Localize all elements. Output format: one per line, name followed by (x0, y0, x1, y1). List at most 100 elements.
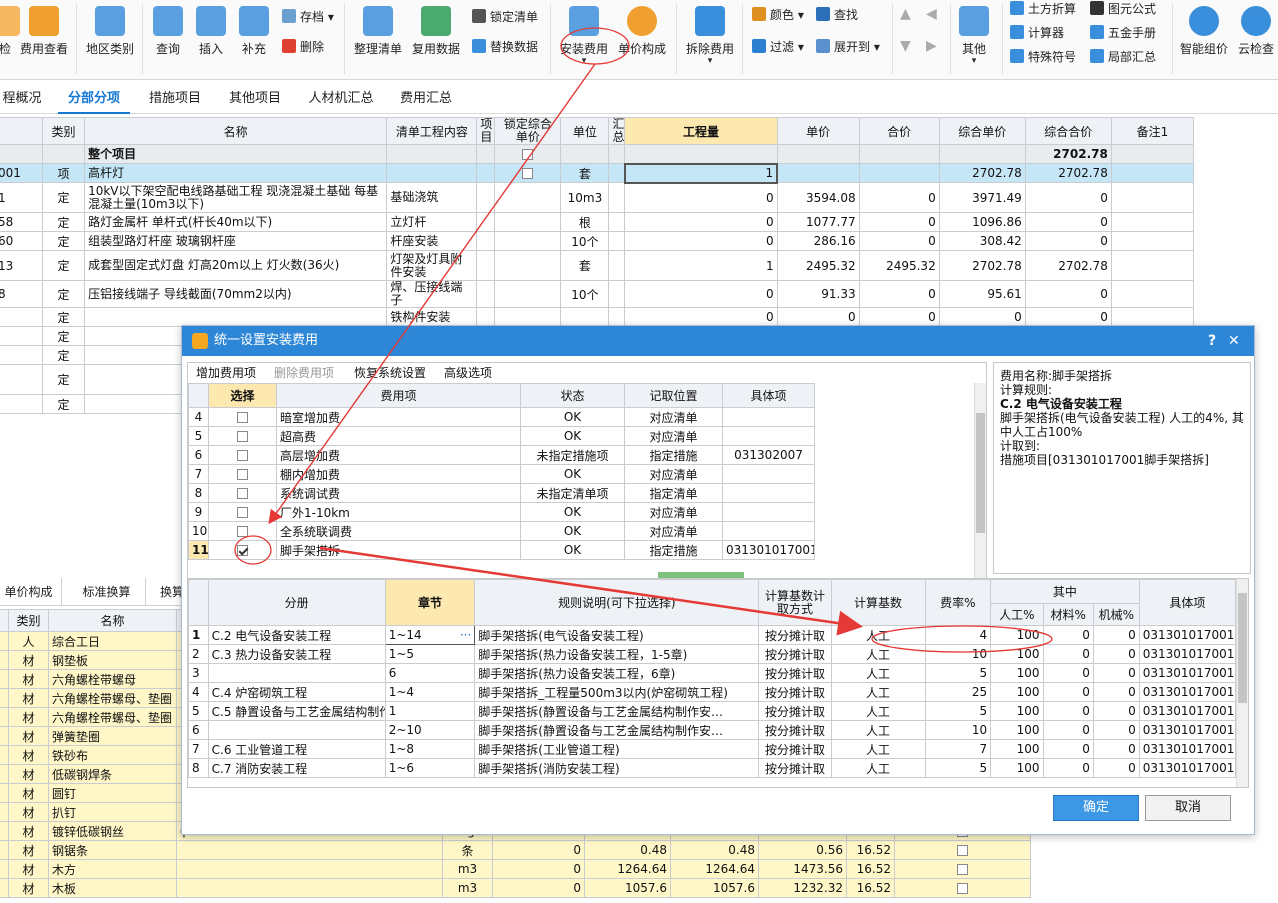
tab-unit-price[interactable]: 单价构成 (0, 578, 62, 606)
move-left-icon[interactable]: ◀ (926, 6, 944, 24)
fee-select-checkbox[interactable] (237, 545, 248, 556)
fee-select-checkbox[interactable] (237, 431, 248, 442)
fee-select-checkbox[interactable] (237, 469, 248, 480)
rule-row[interactable]: 6 2~10 脚手架搭拆(静置设备与工艺金属结构制作安… 按分摊计取 人工 10 100 0 0… (188, 720, 1237, 740)
rule-row[interactable]: 4 C.4 炉窑砌筑工程 1~4 脚手架搭拆_工程量500m3以内(炉窑砌筑工程) 按分… (188, 682, 1237, 702)
table-row[interactable]: 材木方 m3 0 1264.64 1264.64 1473.56 16.52 (0, 859, 1031, 879)
fee-scrollbar[interactable] (974, 383, 986, 591)
fee-select-checkbox[interactable] (237, 412, 248, 423)
cancel-button[interactable]: 取消 (1145, 795, 1231, 821)
region-category-button[interactable]: 地区类别 (84, 6, 136, 57)
table-cell: 六角螺栓带螺母 (48, 669, 177, 689)
fee-select-checkbox[interactable] (237, 507, 248, 518)
menu-add-fee[interactable]: 增加费用项 (196, 364, 256, 382)
move-up-icon[interactable]: ▲ (900, 6, 918, 24)
partial-summary-button[interactable]: 局部汇总 (1090, 48, 1156, 66)
table-row[interactable]: 整个项目 2702.78 (0, 144, 1195, 164)
fee-row[interactable]: 8 系统调试费 未指定清单项 指定清单 (188, 483, 815, 503)
filter-button[interactable]: 过滤 ▾ (752, 38, 804, 56)
table-row[interactable]: 58定路灯金属杆 单杆式(杆长40m以下)立灯杆根01077.7701096.8… (0, 212, 1195, 232)
select-cell (208, 521, 277, 541)
insert-button[interactable]: 插入 (193, 6, 229, 57)
close-button[interactable]: ✕ (1228, 326, 1240, 356)
row-checkbox[interactable] (957, 883, 968, 894)
fee-row[interactable]: 9 厂外1-10km OK 对应清单 (188, 502, 815, 522)
fee-select-checkbox[interactable] (237, 488, 248, 499)
color-button[interactable]: 颜色 ▾ (752, 6, 804, 24)
other-button[interactable]: 其他 ▾ (956, 6, 992, 66)
fee-row[interactable]: 4 暗室增加费 OK 对应清单 (188, 407, 815, 427)
rule-scrollbar[interactable] (1236, 579, 1248, 787)
expand-to-button[interactable]: 展开到 ▾ (816, 38, 880, 56)
find-button[interactable]: 查找 (816, 6, 858, 24)
summary-icon (1090, 49, 1104, 63)
menu-advanced[interactable]: 高级选项 (444, 364, 492, 382)
tab-measures[interactable]: 措施项目 (140, 84, 210, 114)
rule-row[interactable]: 3 6 脚手架搭拆(热力设备安装工程，6章) 按分摊计取 人工 5 100 0 0 0313010… (188, 663, 1237, 683)
formula-button[interactable]: 图元公式 (1090, 0, 1156, 18)
lock-price-checkbox[interactable] (522, 168, 534, 179)
tab-project-overview[interactable]: 程概况 (0, 84, 48, 114)
fee-row[interactable]: 10 全系统联调费 OK 对应清单 (188, 521, 815, 541)
tab-other-items[interactable]: 其他项目 (220, 84, 290, 114)
tab-fee-summary[interactable]: 费用汇总 (390, 84, 462, 114)
demolish-fee-button[interactable]: 拆除费用 ▾ (684, 6, 736, 66)
fee-view-button[interactable]: 费用查看 (18, 6, 70, 57)
table-row[interactable]: 60定组装型路灯杆座 玻璃钢杆座杆座安装10个0286.160308.420 (0, 231, 1195, 251)
ok-button[interactable]: 确定 (1053, 795, 1139, 821)
fee-row[interactable]: 7 棚内增加费 OK 对应清单 (188, 464, 815, 484)
install-fee-button[interactable]: 安装费用 ▾ (558, 6, 610, 66)
table-row[interactable]: 001 项高杆灯 套 1 2702.78 2702.78 (0, 162, 1195, 184)
table-row[interactable]: 材钢锯条条 0 0.48 0.48 0.56 16.52 (0, 840, 1031, 860)
tab-standard-conversion[interactable]: 标准换算 (68, 578, 146, 606)
replace-data-button[interactable]: 替换数据 (472, 38, 538, 56)
cloud-check-button[interactable]: 云检查 (1234, 6, 1278, 57)
move-down-icon[interactable]: ▼ (900, 38, 918, 56)
calculator-button[interactable]: 计算器 (1010, 24, 1064, 42)
table-row[interactable]: 材木板 m3 0 1057.6 1057.6 1232.32 16.52 (0, 878, 1031, 898)
fee-select-checkbox[interactable] (237, 450, 248, 461)
info-rule-chapter: C.2 电气设备安装工程 (1000, 397, 1122, 411)
check-button[interactable]: 检 (0, 6, 20, 57)
table-cell: 0 (624, 182, 778, 213)
tab-labor-material[interactable]: 人材机汇总 (300, 84, 382, 114)
fee-row[interactable]: 6 高层增加费 未指定措施项 指定措施 031302007 (188, 445, 815, 465)
lock-list-button[interactable]: 锁定清单 (472, 8, 538, 26)
tab-items[interactable]: 分部分项 (58, 84, 130, 114)
table-row[interactable]: 定铁构件安装 0 0 0 0 0 (0, 307, 1195, 327)
fee-row[interactable]: 11 脚手架搭拆OK指定措施031301017001… (188, 540, 815, 560)
move-right-icon[interactable]: ▶ (926, 38, 944, 56)
fee-select-checkbox[interactable] (237, 526, 248, 537)
menu-delete-fee[interactable]: 删除费用项 (274, 364, 334, 382)
reuse-data-button[interactable]: 复用数据 (410, 6, 462, 57)
table-cell: 0 (858, 182, 940, 213)
special-symbol-button[interactable]: 特殊符号 (1010, 48, 1076, 66)
rule-row[interactable]: 8 C.7 消防安装工程 1~6 脚手架搭拆(消防安装工程) 按分摊计取 人工 5 100 0 0… (188, 758, 1237, 778)
supplement-button[interactable]: 补充 (236, 6, 272, 57)
unit-price-button[interactable]: 单价构成 (616, 6, 668, 57)
chapter-dropdown-icon[interactable]: ··· (460, 628, 471, 642)
table-cell (0, 650, 9, 670)
rule-row[interactable]: 1 C.2 电气设备安装工程 1~14 ··· 脚手架搭拆(电气设备安装工程) 按分摊计… (188, 625, 1237, 645)
lock-price-checkbox[interactable] (522, 149, 534, 160)
table-row[interactable]: 1定10kV以下架空配电线路基础工程 现浇混凝土基础 每基混凝土量(10m3以下… (0, 182, 1195, 213)
help-button[interactable]: ? (1208, 326, 1216, 356)
rule-row[interactable]: 2 C.3 热力设备安装工程 1~5 脚手架搭拆(热力设备安装工程，1-5章) 按分摊计… (188, 644, 1237, 664)
query-button[interactable]: 查询 (150, 6, 186, 57)
rule-row[interactable]: 7 C.6 工业管道工程 1~8 脚手架搭拆(工业管道工程) 按分摊计取 人工 7 100 0 0… (188, 739, 1237, 759)
row-checkbox[interactable] (957, 845, 968, 856)
organize-list-button[interactable]: 整理清单 (352, 6, 404, 57)
hardware-manual-button[interactable]: 五金手册 (1090, 24, 1156, 42)
fee-row[interactable]: 5 超高费 OK 对应清单 (188, 426, 815, 446)
earthwork-button[interactable]: 土方折算 (1010, 0, 1076, 18)
menu-restore-system[interactable]: 恢复系统设置 (354, 364, 426, 382)
save-archive-button[interactable]: 存档 ▾ (282, 8, 334, 26)
table-row[interactable]: 13定成套型固定式灯盘 灯高20m以上 灯火数(36火)灯架及灯具附件安装套12… (0, 250, 1195, 281)
rule-row[interactable]: 5C.5 静置设备与工艺金属结构制作安装工程1脚手架搭拆(静置设备与工艺金属结构… (188, 701, 1237, 721)
row-checkbox[interactable] (957, 864, 968, 875)
col-header: 单位 (560, 117, 610, 145)
table-row[interactable]: 8定压铝接线端子 导线截面(70mm2以内)焊、压接线端子10个091.3309… (0, 280, 1195, 308)
smart-pricing-button[interactable]: 智能组价 (1178, 6, 1230, 57)
delete-button[interactable]: 删除 (282, 38, 324, 56)
ribbon-toolbar: 检 费用查看 地区类别 查询 插入 补充 存档 ▾ 删除 整理清单 复用数据 锁… (0, 0, 1278, 80)
